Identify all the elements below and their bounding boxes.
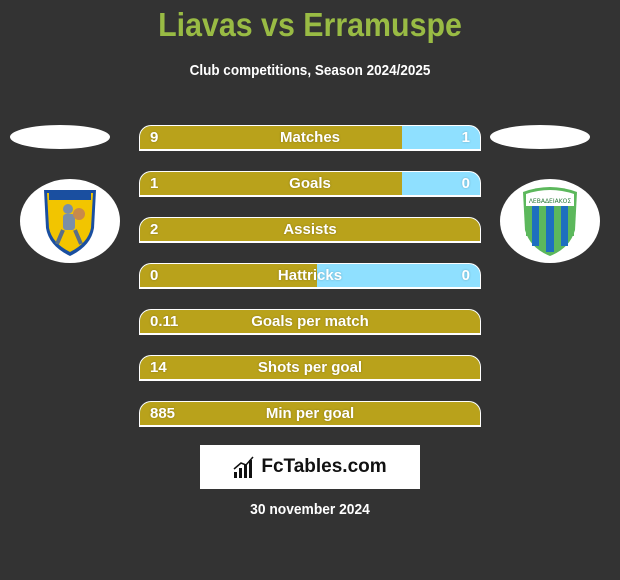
right-value: 1 xyxy=(461,129,470,146)
stat-label: Goals per match xyxy=(251,313,369,330)
stat-row-assists: 2 Assists xyxy=(139,217,481,243)
panaitolikos-crest-icon xyxy=(44,190,96,256)
stat-label: Shots per goal xyxy=(257,359,363,376)
stat-row-hattricks: 0 Hattricks 0 xyxy=(139,263,481,289)
page-title: Liavas vs Erramuspe xyxy=(158,6,462,43)
stat-label: Min per goal xyxy=(265,405,355,422)
stat-label: Hattricks xyxy=(277,267,343,284)
stat-row-min-per-goal: 885 Min per goal xyxy=(139,401,481,427)
right-value: 0 xyxy=(461,175,470,192)
left-team-logo[interactable] xyxy=(20,179,120,263)
page-subtitle: Club competitions, Season 2024/2025 xyxy=(189,62,431,79)
right-team-logo[interactable]: ΛΕΒΑΔΕΙΑΚΟΣ xyxy=(500,179,600,263)
stat-label: Assists xyxy=(283,221,337,238)
left-team-name-placeholder xyxy=(10,125,110,149)
svg-text:ΛΕΒΑΔΕΙΑΚΟΣ: ΛΕΒΑΔΕΙΑΚΟΣ xyxy=(529,198,572,205)
levadiakos-crest-icon: ΛΕΒΑΔΕΙΑΚΟΣ xyxy=(523,187,577,256)
right-team-name-placeholder xyxy=(490,125,590,149)
stat-row-matches: 9 Matches 1 xyxy=(139,125,481,151)
bar-chart-icon xyxy=(233,456,254,478)
report-date: 30 november 2024 xyxy=(250,501,370,518)
stat-row-goals: 1 Goals 0 xyxy=(139,171,481,197)
right-value: 0 xyxy=(461,267,470,284)
stat-label: Matches xyxy=(279,129,341,146)
fctables-brand-link[interactable]: FcTables.com xyxy=(200,445,420,489)
brand-name: FcTables.com xyxy=(261,456,387,477)
stat-label: Goals xyxy=(289,175,331,192)
stat-row-shots-per-goal: 14 Shots per goal xyxy=(139,355,481,381)
stat-row-goals-per-match: 0.11 Goals per match xyxy=(139,309,481,335)
